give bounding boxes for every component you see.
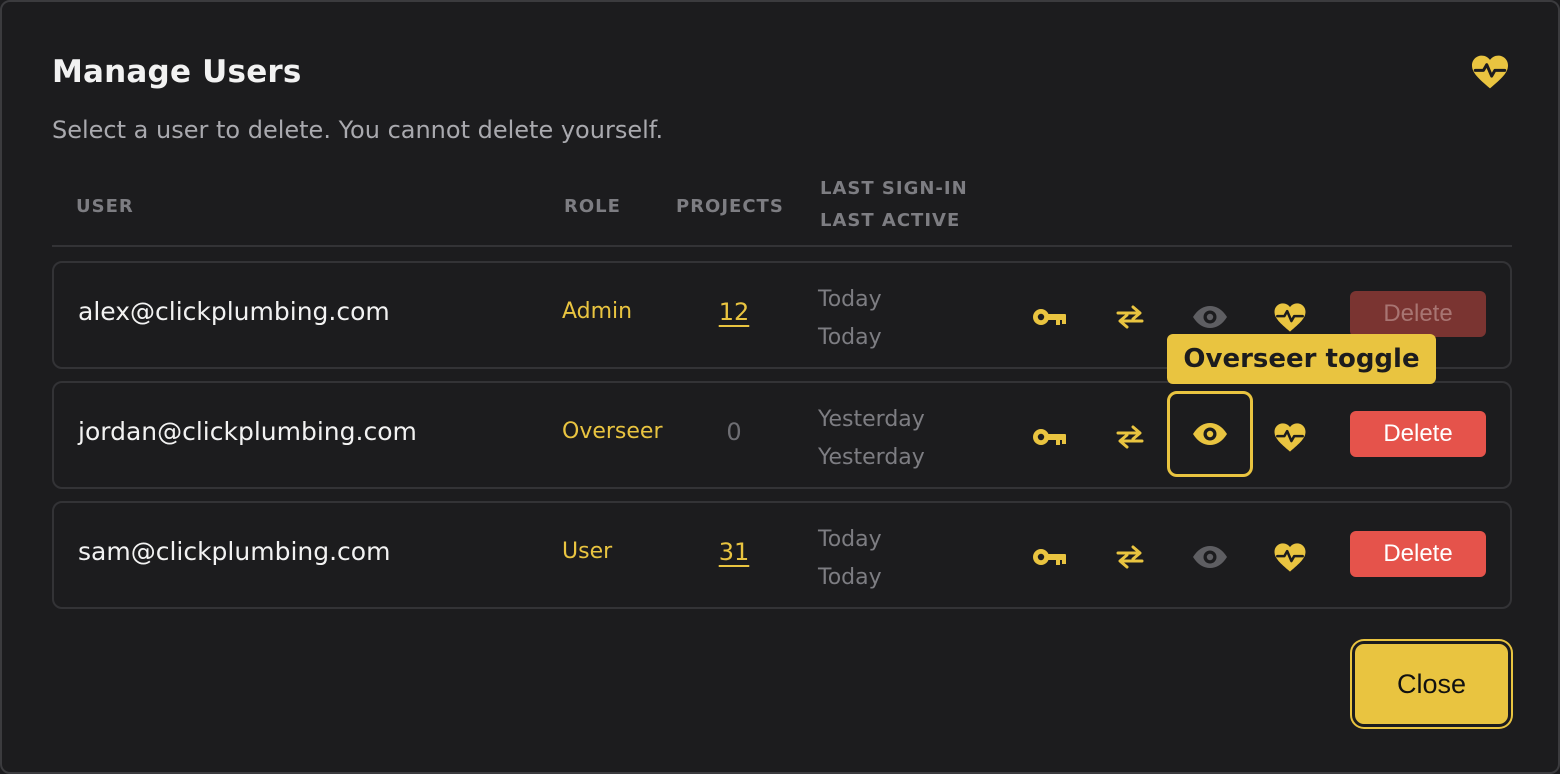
heart-pulse-icon — [1470, 54, 1510, 92]
delete-button[interactable]: Delete — [1350, 411, 1486, 457]
activity-dates: Today Today — [818, 521, 882, 597]
dialog-subtitle: Select a user to delete. You cannot dele… — [52, 116, 664, 144]
last-sign-in: Today — [818, 287, 882, 312]
user-row[interactable]: sam@clickplumbing.com User 31 Today Today Del… — [52, 501, 1512, 609]
last-active: Today — [818, 565, 882, 590]
delete-button[interactable]: Delete — [1350, 531, 1486, 577]
overseer-tooltip: Overseer toggle — [1167, 334, 1436, 384]
close-button[interactable]: Close — [1352, 641, 1511, 727]
heart-pulse-icon[interactable] — [1260, 527, 1320, 587]
user-email: sam@clickplumbing.com — [78, 537, 391, 566]
projects-count-link: 0 — [726, 418, 742, 446]
user-role: Overseer — [562, 419, 663, 444]
heart-pulse-icon[interactable] — [1260, 407, 1320, 467]
user-role: Admin — [562, 299, 633, 324]
user-email: alex@clickplumbing.com — [78, 297, 390, 326]
last-sign-in: Today — [818, 527, 882, 552]
projects-count-link[interactable]: 12 — [704, 298, 764, 326]
eye-icon[interactable] — [1167, 391, 1253, 477]
manage-users-dialog: Manage Users Select a user to delete. Yo… — [0, 0, 1560, 774]
activity-dates: Today Today — [818, 281, 882, 357]
column-header-user: USER — [76, 196, 134, 217]
user-row[interactable]: jordan@clickplumbing.com Overseer 0 Yesterd… — [52, 381, 1512, 489]
swap-icon[interactable] — [1100, 527, 1160, 587]
activity-dates: Yesterday Yesterday — [818, 401, 925, 477]
delete-button: Delete — [1350, 291, 1486, 337]
eye-icon[interactable] — [1180, 527, 1240, 587]
column-header-last-active: LAST ACTIVE — [820, 210, 961, 231]
column-header-projects: PROJECTS — [676, 196, 784, 217]
swap-icon[interactable] — [1100, 287, 1160, 347]
key-icon[interactable] — [1020, 287, 1080, 347]
last-sign-in: Yesterday — [818, 407, 925, 432]
last-active: Yesterday — [818, 445, 925, 470]
projects-count-link[interactable]: 31 — [704, 538, 764, 566]
column-header-role: ROLE — [564, 196, 621, 217]
dialog-title: Manage Users — [52, 54, 302, 90]
swap-icon[interactable] — [1100, 407, 1160, 467]
last-active: Today — [818, 325, 882, 350]
key-icon[interactable] — [1020, 407, 1080, 467]
column-header-last-sign-in: LAST SIGN-IN — [820, 178, 968, 199]
key-icon[interactable] — [1020, 527, 1080, 587]
user-role: User — [562, 539, 613, 564]
header-divider — [52, 245, 1512, 247]
user-email: jordan@clickplumbing.com — [78, 417, 417, 446]
